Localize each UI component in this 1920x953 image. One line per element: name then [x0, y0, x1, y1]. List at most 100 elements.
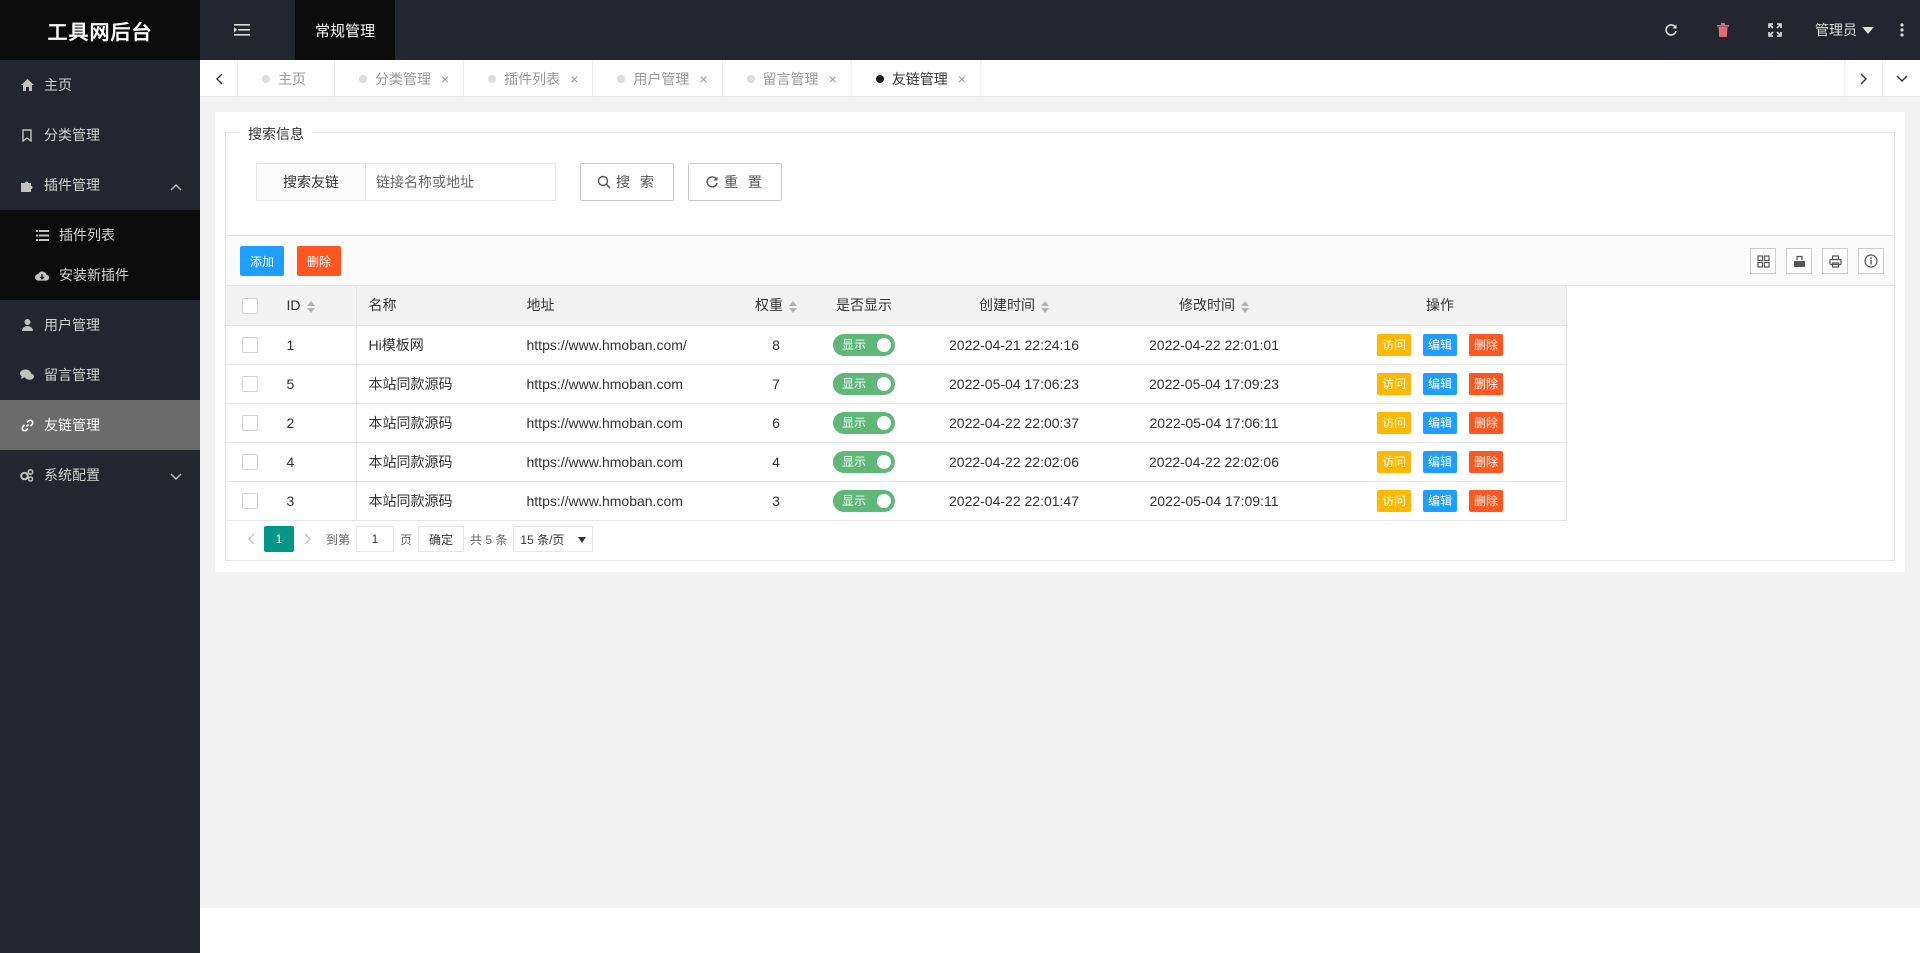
search-button[interactable]: 搜 索	[580, 163, 674, 201]
pagination: 1 到第 页 确定 共 5 条 15 条/页	[238, 524, 594, 554]
delete-button[interactable]: 删除	[1469, 411, 1504, 434]
visible-toggle[interactable]: 显示	[833, 450, 895, 473]
sidebar-item-messages[interactable]: 留言管理	[0, 350, 200, 400]
tab-close-icon[interactable]: ×	[958, 72, 966, 86]
tab-label: 主页	[278, 70, 306, 87]
edit-button[interactable]: 编辑	[1422, 372, 1457, 395]
admin-label: 管理员	[1815, 22, 1857, 38]
row-checkbox[interactable]	[241, 376, 258, 393]
cell-visible: 显示	[814, 442, 914, 482]
row-checkbox[interactable]	[241, 415, 258, 432]
sidebar-item-plugins[interactable]: 插件管理	[0, 160, 200, 210]
header-id[interactable]: ID	[274, 286, 357, 326]
select-all-checkbox[interactable]	[241, 297, 258, 314]
reset-button[interactable]: 重 置	[688, 163, 782, 201]
edit-button[interactable]: 编辑	[1422, 489, 1457, 512]
sort-icon[interactable]	[789, 300, 797, 313]
tabs-menu-chevron-down-icon[interactable]	[1882, 60, 1920, 97]
tab-plugin-list[interactable]: 插件列表 ×	[464, 60, 594, 97]
app-logo[interactable]: 工具网后台	[0, 0, 200, 60]
visible-toggle[interactable]: 显示	[833, 333, 895, 356]
more-vertical-icon[interactable]	[1884, 0, 1920, 60]
tabs-scroll-right-icon[interactable]	[1844, 60, 1882, 97]
sidebar-item-label: 分类管理	[44, 127, 100, 143]
tab-home[interactable]: 主页	[238, 60, 335, 97]
top-module-tab[interactable]: 常规管理	[295, 0, 395, 60]
prev-page-icon[interactable]	[238, 525, 264, 553]
cell-id: 5	[274, 364, 357, 404]
row-select-cell	[226, 364, 274, 404]
fullscreen-icon[interactable]	[1749, 0, 1801, 60]
page-tabs: 主页 分类管理 × 插件列表 × 用户管理 × 留言管理 × 友链管理 ×	[238, 60, 981, 97]
goto-confirm-button[interactable]: 确定	[418, 526, 465, 552]
cloud-download-icon	[35, 268, 49, 282]
tab-close-icon[interactable]: ×	[699, 72, 707, 86]
sidebar-item-plugin-list[interactable]: 插件列表	[0, 215, 200, 255]
sort-icon[interactable]	[1041, 300, 1049, 313]
sidebar-item-users[interactable]: 用户管理	[0, 300, 200, 350]
tab-close-icon[interactable]: ×	[441, 72, 449, 86]
visit-button[interactable]: 访问	[1376, 333, 1411, 356]
header-modified[interactable]: 修改时间	[1114, 286, 1314, 326]
select-all-cell	[226, 286, 274, 326]
cell-name: 本站同款源码	[356, 403, 516, 443]
page-size-select[interactable]: 15 条/页	[513, 526, 594, 552]
tab-close-icon[interactable]: ×	[829, 72, 837, 86]
header-weight[interactable]: 权重	[738, 286, 814, 326]
cell-modified: 2022-05-04 17:09:23	[1114, 364, 1314, 404]
home-icon	[20, 78, 34, 92]
table-toolbar: 添加 删除	[226, 236, 1894, 286]
sidebar-item-links[interactable]: 友链管理	[0, 400, 200, 450]
search-input[interactable]	[366, 163, 556, 201]
columns-filter-icon[interactable]	[1750, 248, 1776, 274]
row-checkbox[interactable]	[241, 337, 258, 354]
delete-button[interactable]: 删除	[1469, 372, 1504, 395]
visible-toggle[interactable]: 显示	[833, 489, 895, 512]
sidebar-item-home[interactable]: 主页	[0, 60, 200, 110]
visit-button[interactable]: 访问	[1376, 411, 1411, 434]
edit-button[interactable]: 编辑	[1422, 450, 1457, 473]
cell-modified: 2022-04-22 22:02:06	[1114, 442, 1314, 482]
menu-toggle-icon[interactable]	[230, 18, 254, 42]
sort-icon[interactable]	[306, 300, 315, 313]
batch-delete-button[interactable]: 删除	[297, 246, 342, 276]
refresh-icon	[706, 176, 718, 188]
goto-page-input[interactable]	[356, 526, 395, 552]
tab-close-icon[interactable]: ×	[570, 72, 578, 86]
admin-menu[interactable]: 管理员	[1801, 0, 1884, 60]
trash-icon[interactable]	[1697, 0, 1749, 60]
visit-button[interactable]: 访问	[1376, 450, 1411, 473]
add-button[interactable]: 添加	[240, 246, 285, 276]
visit-button[interactable]: 访问	[1376, 372, 1411, 395]
delete-button[interactable]: 删除	[1469, 333, 1504, 356]
next-page-icon[interactable]	[294, 525, 320, 553]
sidebar-item-system-config[interactable]: 系统配置	[0, 450, 200, 500]
sort-icon[interactable]	[1241, 300, 1249, 313]
tab-links[interactable]: 友链管理 ×	[852, 60, 981, 97]
search-field-label: 搜索友链	[256, 163, 366, 201]
refresh-icon[interactable]	[1645, 0, 1697, 60]
tab-categories[interactable]: 分类管理 ×	[335, 60, 465, 97]
tabs-scroll-left-icon[interactable]	[200, 60, 238, 97]
print-icon[interactable]	[1822, 248, 1848, 274]
sidebar-item-label: 友链管理	[44, 417, 100, 433]
tab-users[interactable]: 用户管理 ×	[593, 60, 723, 97]
visible-toggle[interactable]: 显示	[833, 372, 895, 395]
visit-button[interactable]: 访问	[1376, 489, 1411, 512]
delete-button[interactable]: 删除	[1469, 450, 1504, 473]
visible-toggle[interactable]: 显示	[833, 411, 895, 434]
sidebar-item-categories[interactable]: 分类管理	[0, 110, 200, 160]
sidebar-item-install-plugin[interactable]: 安装新插件	[0, 255, 200, 295]
current-page[interactable]: 1	[264, 526, 294, 552]
header-created[interactable]: 创建时间	[914, 286, 1114, 326]
edit-button[interactable]: 编辑	[1422, 333, 1457, 356]
puzzle-icon	[20, 178, 34, 192]
row-checkbox[interactable]	[241, 493, 258, 510]
tab-messages[interactable]: 留言管理 ×	[723, 60, 852, 97]
export-icon[interactable]	[1786, 248, 1812, 274]
row-checkbox[interactable]	[241, 454, 258, 471]
delete-button[interactable]: 删除	[1469, 489, 1504, 512]
tab-label: 友链管理	[891, 70, 948, 87]
info-icon[interactable]	[1858, 248, 1884, 274]
edit-button[interactable]: 编辑	[1422, 411, 1457, 434]
